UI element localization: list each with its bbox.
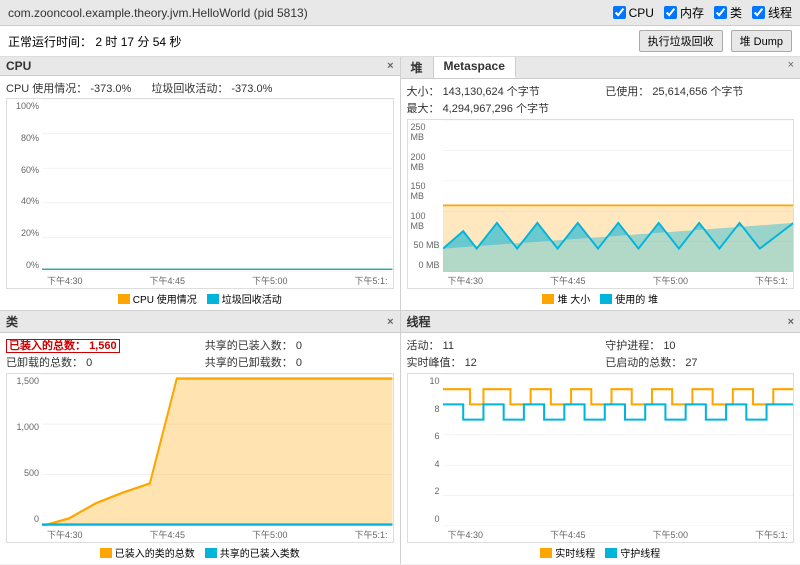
heap-size-stat: 大小： 143,130,624 个字节: [407, 83, 596, 99]
class-shared-loaded-stat: 共享的已装入数： 0: [205, 337, 394, 353]
main-grid: CPU × CPU 使用情况： -373.0% 垃圾回收活动： -373.0% …: [0, 57, 800, 564]
class-chart-inner: [42, 374, 393, 526]
cpu-y-axis: 100% 80% 60% 40% 20% 0%: [7, 99, 42, 272]
heap-tab-header: 堆 Metaspace ×: [401, 57, 800, 79]
uptime-value: 2 时 17 分 54 秒: [95, 35, 181, 49]
thread-panel-header: 线程 ×: [401, 311, 800, 333]
heap-legend-size: 堆 大小: [542, 291, 590, 306]
cpu-stats-row: CPU 使用情况： -373.0% 垃圾回收活动： -373.0%: [6, 80, 394, 96]
cpu-svg: [42, 99, 393, 272]
cpu-legend-color: [118, 294, 130, 304]
thread-checkbox-label: 线程: [768, 4, 792, 21]
class-panel-title: 类: [6, 313, 18, 330]
thread-x-axis: 下午4:30 下午4:45 下午5:00 下午5:1:: [443, 526, 794, 542]
heap-svg: [443, 120, 794, 272]
class-svg: [42, 374, 393, 526]
heap-size-color: [542, 294, 554, 304]
thread-chart-area: 10 8 6 4 2 0: [407, 373, 795, 543]
thread-legend-live: 实时线程: [540, 545, 595, 560]
uptime-display: 正常运行时间： 2 时 17 分 54 秒: [8, 33, 181, 50]
thread-panel-close[interactable]: ×: [788, 316, 794, 328]
gc-button[interactable]: 执行垃圾回收: [639, 30, 723, 52]
heap-panel-content: 大小： 143,130,624 个字节 已使用： 25,614,656 个字节 …: [401, 79, 800, 310]
cpu-panel-header: CPU ×: [0, 57, 400, 76]
header-buttons: 执行垃圾回收 堆 Dump: [639, 30, 792, 52]
cpu-usage-stat: CPU 使用情况： -373.0%: [6, 80, 131, 96]
window-title: com.zooncool.example.theory.jvm.HelloWor…: [8, 6, 308, 20]
heap-chart-inner: [443, 120, 794, 272]
thread-legend: 实时线程 守护线程: [407, 545, 795, 560]
gc-legend-color: [207, 294, 219, 304]
class-total-color: [100, 548, 112, 558]
thread-checkbox-item[interactable]: 线程: [752, 4, 792, 21]
class-panel: 类 × 已装入的总数： 1,560 共享的已装入数： 0 已卸载的总数： 0: [0, 311, 400, 564]
cpu-checkbox-label: CPU: [629, 6, 654, 20]
cpu-x-axis: 下午4:30 下午4:45 下午5:00 下午5:1:: [42, 272, 393, 288]
live-thread-color: [540, 548, 552, 558]
class-checkbox-label: 类: [730, 4, 742, 21]
class-chart-area: 1,500 1,000 500 0: [6, 373, 394, 543]
class-panel-close[interactable]: ×: [387, 316, 393, 328]
class-panel-content: 已装入的总数： 1,560 共享的已装入数： 0 已卸载的总数： 0 共享的已卸…: [0, 333, 400, 564]
class-legend-shared: 共享的已装入类数: [205, 545, 300, 560]
heap-y-axis: 250 MB 200 MB 150 MB 100 MB 50 MB 0 MB: [408, 120, 443, 272]
class-shared-color: [205, 548, 217, 558]
heap-tab[interactable]: 堆: [401, 57, 434, 78]
cpu-panel-content: CPU 使用情况： -373.0% 垃圾回收活动： -373.0% 100% 8…: [0, 76, 400, 310]
heap-legend-used: 使用的 堆: [600, 291, 658, 306]
thread-panel: 线程 × 活动： 11 守护进程： 10 实时峰值： 12 已启动的总数：: [401, 311, 800, 564]
memory-checkbox-label: 内存: [680, 4, 704, 21]
heap-used-color: [600, 294, 612, 304]
heap-x-axis: 下午4:30 下午4:45 下午5:00 下午5:1:: [443, 272, 794, 288]
heap-used-stat: 已使用： 25,614,656 个字节: [605, 83, 794, 99]
heap-panel: 堆 Metaspace × 大小： 143,130,624 个字节 已使用： 2…: [401, 57, 800, 310]
thread-checkbox[interactable]: [752, 6, 765, 19]
heap-max-stat: 最大： 4,294,967,296 个字节: [407, 100, 596, 116]
thread-active-stat: 活动： 11: [407, 337, 596, 353]
heap-chart-area: 250 MB 200 MB 150 MB 100 MB 50 MB 0 MB: [407, 119, 795, 289]
cpu-panel-close[interactable]: ×: [387, 60, 393, 72]
thread-legend-guard: 守护线程: [605, 545, 660, 560]
class-unloaded-total-stat: 已卸载的总数： 0: [6, 354, 195, 370]
thread-y-axis: 10 8 6 4 2 0: [408, 374, 443, 526]
cpu-legend-cpu: CPU 使用情况: [118, 291, 197, 306]
class-shared-unloaded-stat: 共享的已卸载数： 0: [205, 354, 394, 370]
class-y-axis: 1,500 1,000 500 0: [7, 374, 42, 526]
guard-thread-color: [605, 548, 617, 558]
class-panel-header: 类 ×: [0, 311, 400, 333]
cpu-panel: CPU × CPU 使用情况： -373.0% 垃圾回收活动： -373.0% …: [0, 57, 400, 310]
class-checkbox[interactable]: [714, 6, 727, 19]
class-loaded-total-stat: 已装入的总数： 1,560: [6, 337, 195, 353]
memory-checkbox[interactable]: [664, 6, 677, 19]
checkbox-group: CPU 内存 类 线程: [613, 4, 792, 21]
cpu-legend-gc: 垃圾回收活动: [207, 291, 282, 306]
cpu-legend: CPU 使用情况 垃圾回收活动: [6, 291, 394, 306]
thread-panel-content: 活动： 11 守护进程： 10 实时峰值： 12 已启动的总数： 27: [401, 333, 800, 564]
header-bar: 正常运行时间： 2 时 17 分 54 秒 执行垃圾回收 堆 Dump: [0, 26, 800, 57]
class-checkbox-item[interactable]: 类: [714, 4, 742, 21]
gc-activity-stat: 垃圾回收活动： -373.0%: [151, 80, 272, 96]
cpu-checkbox[interactable]: [613, 6, 626, 19]
thread-daemon-stat: 守护进程： 10: [605, 337, 794, 353]
uptime-label: 正常运行时间：: [8, 35, 92, 49]
cpu-panel-title: CPU: [6, 59, 31, 73]
cpu-checkbox-item[interactable]: CPU: [613, 6, 654, 20]
class-x-axis: 下午4:30 下午4:45 下午5:00 下午5:1:: [42, 526, 393, 542]
cpu-chart-area: 100% 80% 60% 40% 20% 0%: [6, 98, 394, 289]
heap-dump-button[interactable]: 堆 Dump: [731, 30, 792, 52]
thread-svg: [443, 374, 794, 526]
metaspace-tab[interactable]: Metaspace: [434, 57, 516, 78]
heap-stats: 大小： 143,130,624 个字节 已使用： 25,614,656 个字节 …: [407, 83, 795, 116]
memory-checkbox-item[interactable]: 内存: [664, 4, 704, 21]
class-legend-total: 已装入的类的总数: [100, 545, 195, 560]
title-bar: com.zooncool.example.theory.jvm.HelloWor…: [0, 0, 800, 26]
heap-panel-close[interactable]: ×: [782, 57, 800, 78]
thread-total-started-stat: 已启动的总数： 27: [605, 354, 794, 370]
cpu-chart-inner: [42, 99, 393, 272]
thread-chart-inner: [443, 374, 794, 526]
heap-legend: 堆 大小 使用的 堆: [407, 291, 795, 306]
thread-panel-title: 线程: [407, 313, 431, 330]
class-legend: 已装入的类的总数 共享的已装入类数: [6, 545, 394, 560]
thread-peak-stat: 实时峰值： 12: [407, 354, 596, 370]
